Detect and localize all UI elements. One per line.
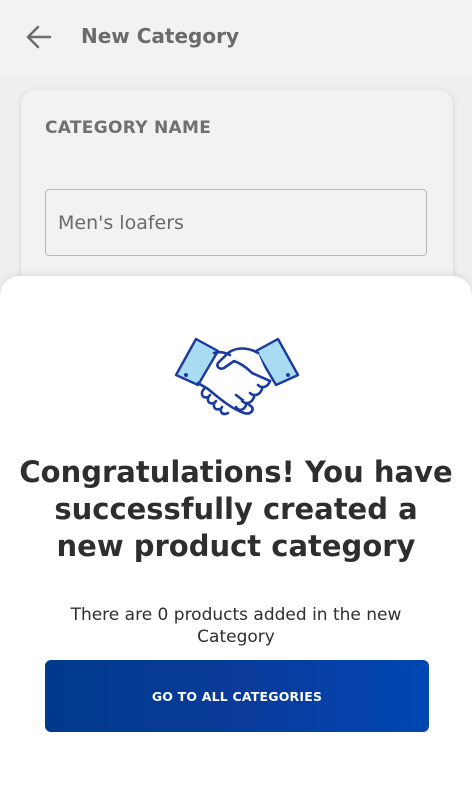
handshake-icon [174,337,300,416]
go-to-all-categories-button[interactable]: GO TO ALL CATEGORIES [45,660,429,732]
back-button[interactable] [22,20,56,54]
page-title: New Category [81,24,239,48]
success-headline: Congratulations! You have successfully c… [19,455,453,563]
success-bottom-sheet: Congratulations! You have successfully c… [0,276,472,808]
category-name-label: CATEGORY NAME [45,118,212,138]
products-count-text: There are 0 products added in the new Ca… [70,605,402,647]
arrow-left-icon [26,25,52,49]
category-name-input[interactable] [45,189,427,256]
top-app-bar: New Category [0,0,472,78]
